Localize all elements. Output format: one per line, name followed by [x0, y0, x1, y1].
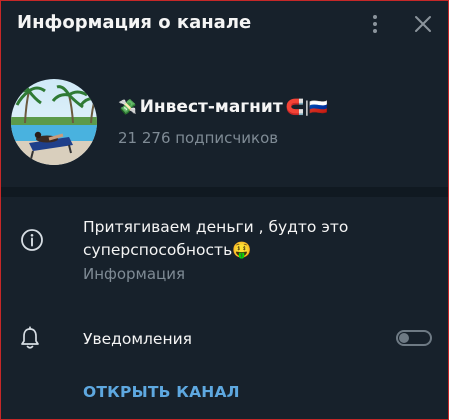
close-icon[interactable]	[413, 14, 433, 34]
money-emoji: 💸	[118, 98, 137, 116]
description-label: Информация	[83, 265, 186, 283]
channel-name: 💸 Инвест-магнит 🧲|🇷🇺	[118, 97, 328, 117]
section-divider	[1, 187, 448, 197]
channel-name-text: Инвест-магнит	[139, 97, 283, 117]
open-channel-button[interactable]: ОТКРЫТЬ КАНАЛ	[83, 383, 240, 401]
avatar[interactable]	[11, 79, 97, 165]
toggle-knob	[399, 333, 409, 343]
channel-info-panel: Информация о канале 💸 Инвест-магнит 🧲|🇷🇺…	[0, 0, 449, 420]
panel-header: Информация о канале	[1, 1, 448, 47]
info-icon	[20, 228, 44, 252]
notifications-toggle[interactable]	[396, 330, 432, 346]
subscriber-count: 21 276 подписчиков	[118, 129, 279, 147]
panel-title: Информация о канале	[17, 12, 252, 33]
notifications-label: Уведомления	[83, 330, 192, 348]
kebab-icon[interactable]	[368, 13, 382, 35]
magnet-flag-emoji: 🧲|🇷🇺	[285, 98, 329, 116]
channel-description: Притягиваем деньги , будто это суперспос…	[83, 218, 349, 259]
channel-summary: 💸 Инвест-магнит 🧲|🇷🇺 21 276 подписчиков	[1, 71, 448, 181]
bell-icon	[19, 326, 41, 350]
